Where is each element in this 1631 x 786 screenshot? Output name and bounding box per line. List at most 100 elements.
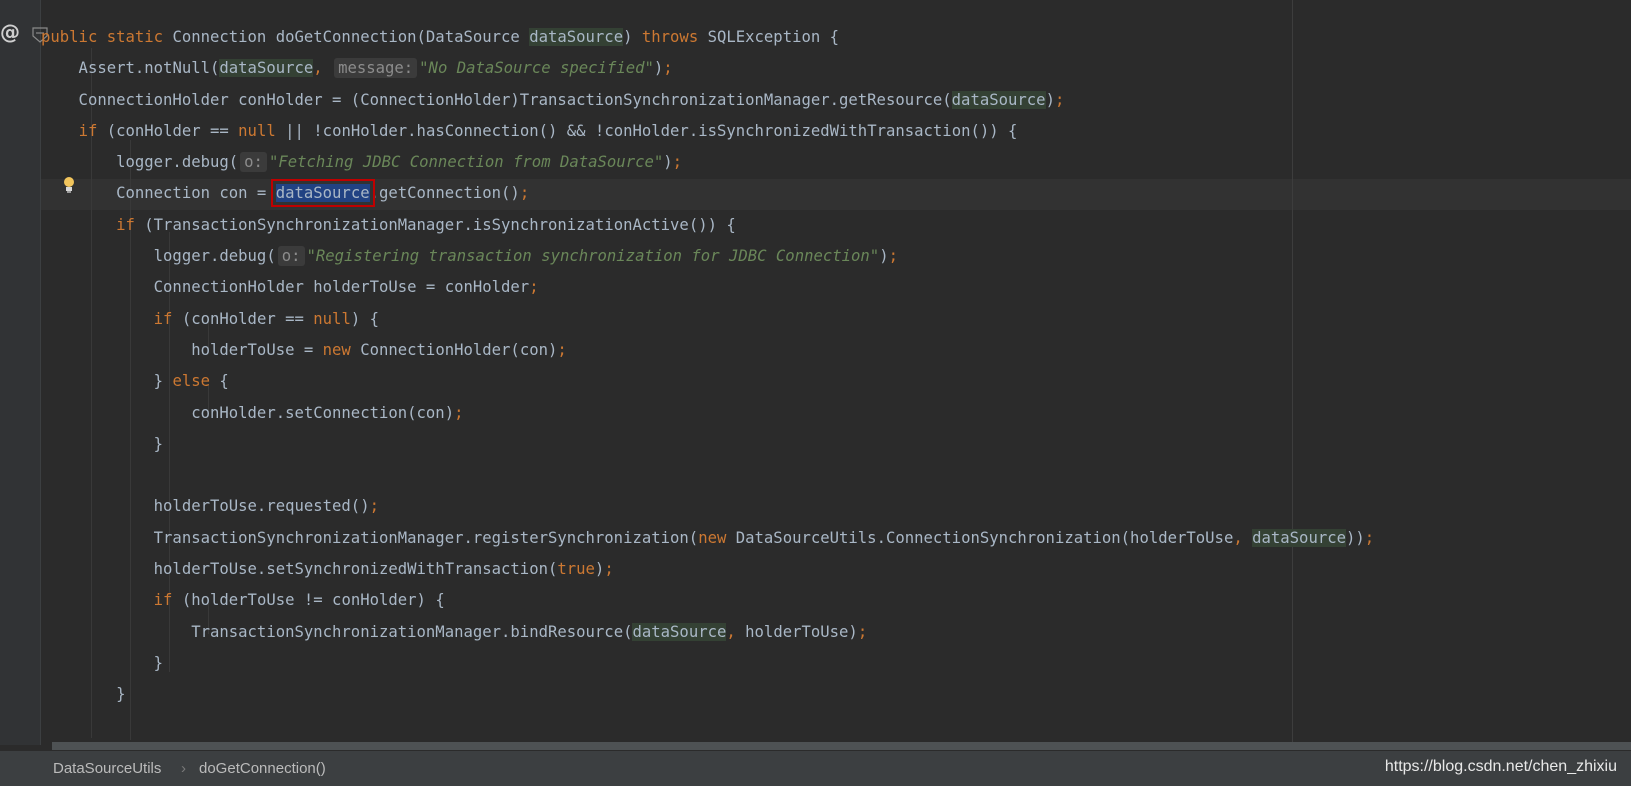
code-token: if xyxy=(153,591,182,610)
code-token: holderToUse.setSynchronizedWithTransacti… xyxy=(41,560,558,579)
code-line[interactable]: if (conHolder == null) { xyxy=(41,304,1374,335)
code-token: notNull xyxy=(144,59,210,78)
code-token: ; xyxy=(888,247,898,266)
code-line[interactable]: TransactionSynchronizationManager.bindRe… xyxy=(41,617,1374,648)
code-line[interactable]: } else { xyxy=(41,366,1374,397)
code-token: ; xyxy=(663,59,673,78)
code-token: else xyxy=(172,372,220,391)
code-line[interactable]: } xyxy=(41,648,1374,679)
code-token: ) xyxy=(594,560,605,579)
code-line[interactable]: ConnectionHolder holderToUse = conHolder… xyxy=(41,272,1374,303)
horizontal-scrollbar-thumb[interactable] xyxy=(52,742,1631,750)
code-token: ; xyxy=(1054,90,1065,109)
code-token: holderToUse = xyxy=(41,340,323,359)
code-token: { xyxy=(219,372,229,391)
code-line[interactable]: if (conHolder == null || !conHolder.hasC… xyxy=(41,116,1374,147)
breadcrumb-method[interactable]: doGetConnection() xyxy=(199,760,326,777)
code-token: holderToUse.requested() xyxy=(41,497,370,516)
selected-token: dataSource xyxy=(270,179,375,208)
code-token: ; xyxy=(529,278,539,297)
code-token: logger.debug( xyxy=(41,247,276,266)
code-token: "Registering transaction synchronization… xyxy=(306,247,880,266)
code-token: } xyxy=(41,653,164,672)
code-token: } xyxy=(41,685,126,704)
watermark-url: https://blog.csdn.net/chen_zhixiu xyxy=(1384,758,1617,775)
code-token: , xyxy=(313,59,323,78)
code-token: holderToUse) xyxy=(745,622,858,641)
code-token: (conHolder == xyxy=(106,121,239,140)
code-line[interactable]: ConnectionHolder conHolder = (Connection… xyxy=(41,85,1374,116)
lightbulb-icon[interactable] xyxy=(62,176,76,194)
code-token: Connection con = xyxy=(41,184,276,203)
code-token: ConnectionHolder holderToUse = conHolder xyxy=(41,278,530,297)
code-token: , xyxy=(1233,528,1253,547)
code-token: ; xyxy=(1364,528,1375,547)
code-line[interactable]: } xyxy=(41,429,1374,460)
code-token: } xyxy=(41,434,164,453)
editor-gutter: @ xyxy=(0,0,48,745)
code-line[interactable]: holderToUse.requested(); xyxy=(41,491,1374,522)
code-token: dataSource xyxy=(529,28,624,46)
code-token: ; xyxy=(672,153,683,172)
code-token: , xyxy=(726,622,746,641)
param-hint: o: xyxy=(240,152,267,173)
code-token: if xyxy=(78,121,107,140)
code-line[interactable]: logger.debug(o: "Registering transaction … xyxy=(41,241,1374,272)
code-token: TransactionSynchronizationManager. xyxy=(41,622,511,641)
code-token: ; xyxy=(519,184,530,203)
code-token: logger.debug( xyxy=(41,153,239,172)
code-token: } xyxy=(41,372,173,391)
code-token: null xyxy=(238,121,286,140)
code-token: new xyxy=(698,528,736,547)
code-token: throws xyxy=(641,28,708,46)
code-line[interactable]: Connection con = dataSource.getConnectio… xyxy=(41,178,1374,209)
code-token: ; xyxy=(369,497,379,516)
code-line[interactable]: logger.debug(o: "Fetching JDBC Connection… xyxy=(41,147,1374,178)
code-token: getResource xyxy=(839,90,943,109)
code-token: registerSynchronization xyxy=(472,528,689,547)
code-token: )) xyxy=(1346,528,1365,547)
code-token: dataSource xyxy=(951,90,1046,109)
code-token: || !conHolder.hasConnection() && !conHol… xyxy=(285,121,1018,140)
code-token: .getConnection() xyxy=(369,184,520,203)
code-line[interactable]: holderToUse = new ConnectionHolder(con); xyxy=(41,335,1374,366)
code-line[interactable]: } xyxy=(41,679,1374,710)
code-line[interactable]: TransactionSynchronizationManager.regist… xyxy=(41,523,1374,554)
code-token: DataSourceUtils.ConnectionSynchronizatio… xyxy=(735,528,1234,547)
code-token: bindResource xyxy=(510,622,624,641)
code-line[interactable]: if (holderToUse != conHolder) { xyxy=(41,585,1374,616)
code-line[interactable]: holderToUse.setSynchronizedWithTransacti… xyxy=(41,554,1374,585)
code-line[interactable]: public static Connection doGetConnection… xyxy=(41,22,1374,53)
code-token: dataSource xyxy=(632,622,727,641)
code-line[interactable] xyxy=(41,460,1374,491)
code-line[interactable]: if (TransactionSynchronizationManager.is… xyxy=(41,210,1374,241)
code-token: TransactionSynchronizationManager. xyxy=(41,528,473,547)
code-token: (holderToUse != conHolder) { xyxy=(181,591,445,610)
code-token: ConnectionHolder conHolder = (Connection… xyxy=(41,90,839,109)
code-token: (TransactionSynchronizationManager. xyxy=(144,215,473,234)
code-token: ) xyxy=(1045,90,1055,109)
breadcrumb-class[interactable]: DataSourceUtils xyxy=(53,760,161,777)
code-token: if xyxy=(116,215,145,234)
code-token: ( xyxy=(942,90,952,109)
code-token: ()) { xyxy=(688,215,736,234)
code-line[interactable]: conHolder.setConnection(con); xyxy=(41,398,1374,429)
code-token: (conHolder == xyxy=(181,309,314,328)
code-token: ; xyxy=(454,403,464,422)
override-at-icon[interactable]: @ xyxy=(0,20,20,44)
code-text[interactable]: public static Connection doGetConnection… xyxy=(41,22,1374,711)
code-token: ) xyxy=(623,28,642,46)
code-editor[interactable]: public static Connection doGetConnection… xyxy=(41,0,1631,745)
code-line[interactable]: Assert.notNull(dataSource, message: "No D… xyxy=(41,53,1374,84)
code-token: true xyxy=(557,560,595,579)
code-token: ) xyxy=(653,59,664,78)
code-token: ) xyxy=(663,153,673,172)
code-token: ( xyxy=(210,59,220,78)
code-token: ( xyxy=(688,528,699,547)
code-token: ) xyxy=(879,247,889,266)
code-token: if xyxy=(153,309,182,328)
code-token: "Fetching JDBC Connection from DataSourc… xyxy=(268,153,664,172)
